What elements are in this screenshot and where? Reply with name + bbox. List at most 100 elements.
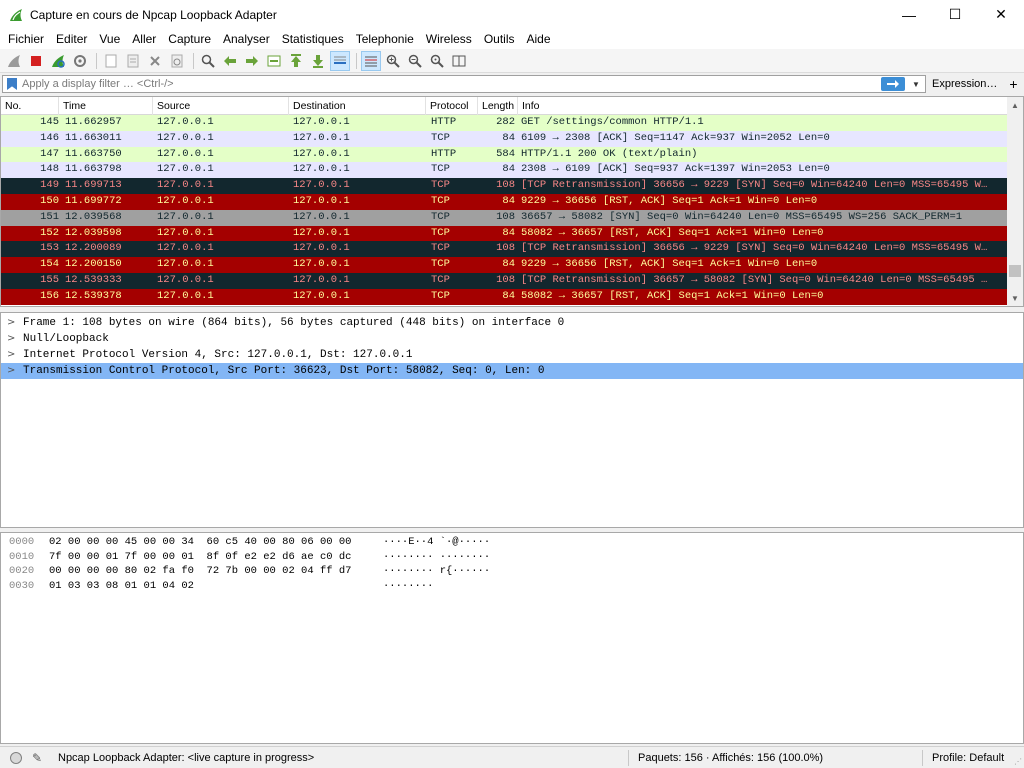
packet-row[interactable]: 145 11.662957 127.0.0.1 127.0.0.1 HTTP 282 GET… (1, 115, 1007, 131)
expand-chevron-icon[interactable]: > (7, 315, 15, 331)
stop-capture-button[interactable] (26, 51, 46, 71)
packet-row[interactable]: 151 12.039568 127.0.0.1 127.0.0.1 TCP 108 3665… (1, 209, 1007, 226)
column-header-time[interactable]: Time (59, 97, 153, 115)
menu-capture[interactable]: Capture (162, 29, 217, 49)
start-capture-button[interactable] (4, 51, 24, 71)
packet-row[interactable]: 153 12.200089 127.0.0.1 127.0.0.1 TCP 108 [TCP… (1, 241, 1007, 258)
close-button[interactable]: ✕ (978, 0, 1024, 29)
ascii-bytes[interactable]: ········ (383, 579, 433, 594)
column-header-protocol[interactable]: Protocol (426, 97, 478, 115)
expand-chevron-icon[interactable]: > (7, 331, 15, 347)
hex-offset[interactable]: 0020 (9, 564, 34, 579)
open-file-button[interactable] (101, 51, 121, 71)
reload-file-button[interactable] (167, 51, 187, 71)
zoom-out-button[interactable] (405, 51, 425, 71)
packet-row[interactable]: 146 11.663011 127.0.0.1 127.0.0.1 TCP 84 6109 … (1, 130, 1007, 147)
capture-options-button[interactable] (70, 51, 90, 71)
close-file-button[interactable] (145, 51, 165, 71)
menu-analyser[interactable]: Analyser (217, 29, 276, 49)
expression-button[interactable]: Expression… (932, 78, 997, 90)
packet-row[interactable]: 149 11.699713 127.0.0.1 127.0.0.1 TCP 108 [TCP… (1, 178, 1007, 194)
add-filter-button[interactable]: + (1009, 76, 1017, 92)
packet-number: 145 (40, 116, 59, 128)
ascii-bytes[interactable]: ········ r{······ (383, 564, 490, 579)
detail-tree-item[interactable]: > Internet Protocol Version 4, Src: 127.0… (1, 347, 1023, 363)
column-header-destination[interactable]: Destination (289, 97, 426, 115)
menu-aller[interactable]: Aller (126, 29, 162, 49)
save-file-button[interactable] (123, 51, 143, 71)
expand-chevron-icon[interactable]: > (7, 347, 15, 363)
hex-bytes[interactable]: 7f 00 00 01 7f 00 00 01 8f 0f e2 e2 d6 a… (49, 550, 351, 565)
column-header-info[interactable]: Info (518, 97, 1008, 115)
packet-row[interactable]: 156 12.539378 127.0.0.1 127.0.0.1 TCP 84 58082… (1, 288, 1007, 305)
bookmark-icon[interactable] (7, 78, 17, 90)
ascii-bytes[interactable]: ········ ········ (383, 550, 490, 565)
minimize-button[interactable]: — (886, 0, 932, 29)
packet-row[interactable]: 150 11.699772 127.0.0.1 127.0.0.1 TCP 84 9229 … (1, 193, 1007, 210)
profile-switcher[interactable]: Profile: Default (932, 752, 1004, 764)
capture-comment-pencil-icon[interactable]: ✎ (32, 751, 42, 765)
filter-history-dropdown[interactable]: ▼ (909, 77, 923, 91)
goto-packet-icon (267, 55, 281, 66)
menu-editer[interactable]: Editer (50, 29, 93, 49)
packet-number: 146 (40, 131, 59, 144)
detail-tree-item[interactable]: > Frame 1: 108 bytes on wire (864 bits), … (1, 315, 1023, 331)
colorize-button[interactable] (361, 50, 381, 71)
hex-offset[interactable]: 0000 (9, 535, 34, 550)
hex-bytes[interactable]: 02 00 00 00 45 00 00 34 60 c5 40 00 80 0… (49, 535, 351, 550)
go-forward-button[interactable] (242, 51, 262, 71)
hex-bytes[interactable]: 00 00 00 00 80 02 fa f0 72 7b 00 00 02 0… (49, 564, 351, 579)
packet-list: No. Time Source Destination Protocol Len… (0, 96, 1024, 307)
scroll-down-arrow-icon[interactable]: ▼ (1007, 290, 1023, 306)
packet-length: 84 (502, 131, 515, 144)
hex-offset[interactable]: 0010 (9, 550, 34, 565)
packet-row[interactable]: 152 12.039598 127.0.0.1 127.0.0.1 TCP 84 58082… (1, 225, 1007, 242)
last-packet-button[interactable] (308, 51, 328, 71)
menu-fichier[interactable]: Fichier (2, 29, 50, 49)
hex-offset[interactable]: 0030 (9, 579, 34, 594)
detail-tree-item[interactable]: > Null/Loopback (1, 331, 1023, 347)
find-packet-button[interactable] (198, 51, 218, 71)
menu-aide[interactable]: Aide (521, 29, 557, 49)
scroll-up-arrow-icon[interactable]: ▲ (1007, 97, 1023, 113)
packet-source: 127.0.0.1 (157, 116, 214, 128)
maximize-button[interactable]: ☐ (932, 0, 978, 29)
menu-wireless[interactable]: Wireless (420, 29, 478, 49)
column-header-source[interactable]: Source (153, 97, 289, 115)
restart-capture-button[interactable] (48, 51, 68, 71)
packet-source: 127.0.0.1 (157, 163, 214, 176)
packet-time: 11.663011 (65, 131, 122, 144)
packet-list-scrollbar[interactable]: ▲ ▼ (1007, 97, 1023, 306)
go-to-packet-button[interactable] (264, 51, 284, 71)
expand-chevron-icon[interactable]: > (7, 363, 15, 379)
packet-time: 12.539333 (65, 273, 122, 286)
column-header-no[interactable]: No. (1, 97, 59, 115)
forward-arrow-icon (246, 55, 258, 66)
packet-protocol: TCP (431, 194, 450, 207)
scrollbar-thumb[interactable] (1009, 264, 1021, 277)
packet-row[interactable]: 154 12.200150 127.0.0.1 127.0.0.1 TCP 84 9229 … (1, 257, 1007, 273)
display-filter-input[interactable] (22, 76, 872, 92)
detail-tree-item[interactable]: > Transmission Control Protocol, Src Port… (1, 363, 1023, 379)
packet-row[interactable]: 155 12.539333 127.0.0.1 127.0.0.1 TCP 108 [TCP… (1, 272, 1007, 289)
menu-outils[interactable]: Outils (478, 29, 521, 49)
menu-vue[interactable]: Vue (93, 29, 126, 49)
packet-row[interactable]: 148 11.663798 127.0.0.1 127.0.0.1 TCP 84 2308 … (1, 162, 1007, 179)
apply-filter-button[interactable] (881, 77, 905, 91)
menu-statistiques[interactable]: Statistiques (276, 29, 350, 49)
packet-row[interactable]: 147 11.663750 127.0.0.1 127.0.0.1 HTTP 584 HTT… (1, 146, 1007, 163)
resize-grip-icon[interactable]: ⋰ (1014, 757, 1022, 766)
packet-info: 9229 → 36656 [RST, ACK] Seq=1 Ack=1 Win=… (521, 194, 818, 207)
resize-columns-button[interactable] (449, 51, 469, 71)
menu-telephonie[interactable]: Telephonie (350, 29, 420, 49)
zoom-normal-button[interactable] (427, 51, 447, 71)
ascii-bytes[interactable]: ····E··4 `·@····· (383, 535, 490, 550)
column-header-length[interactable]: Length (478, 97, 518, 115)
zoom-in-button[interactable] (383, 51, 403, 71)
go-back-button[interactable] (220, 51, 240, 71)
hex-bytes[interactable]: 01 03 03 08 01 01 04 02 (49, 579, 194, 594)
display-filter-bar: ▼ Expression… + (0, 74, 1024, 94)
first-packet-button[interactable] (286, 51, 306, 71)
autoscroll-button[interactable] (330, 50, 350, 71)
expert-info-led-icon[interactable] (10, 751, 22, 764)
